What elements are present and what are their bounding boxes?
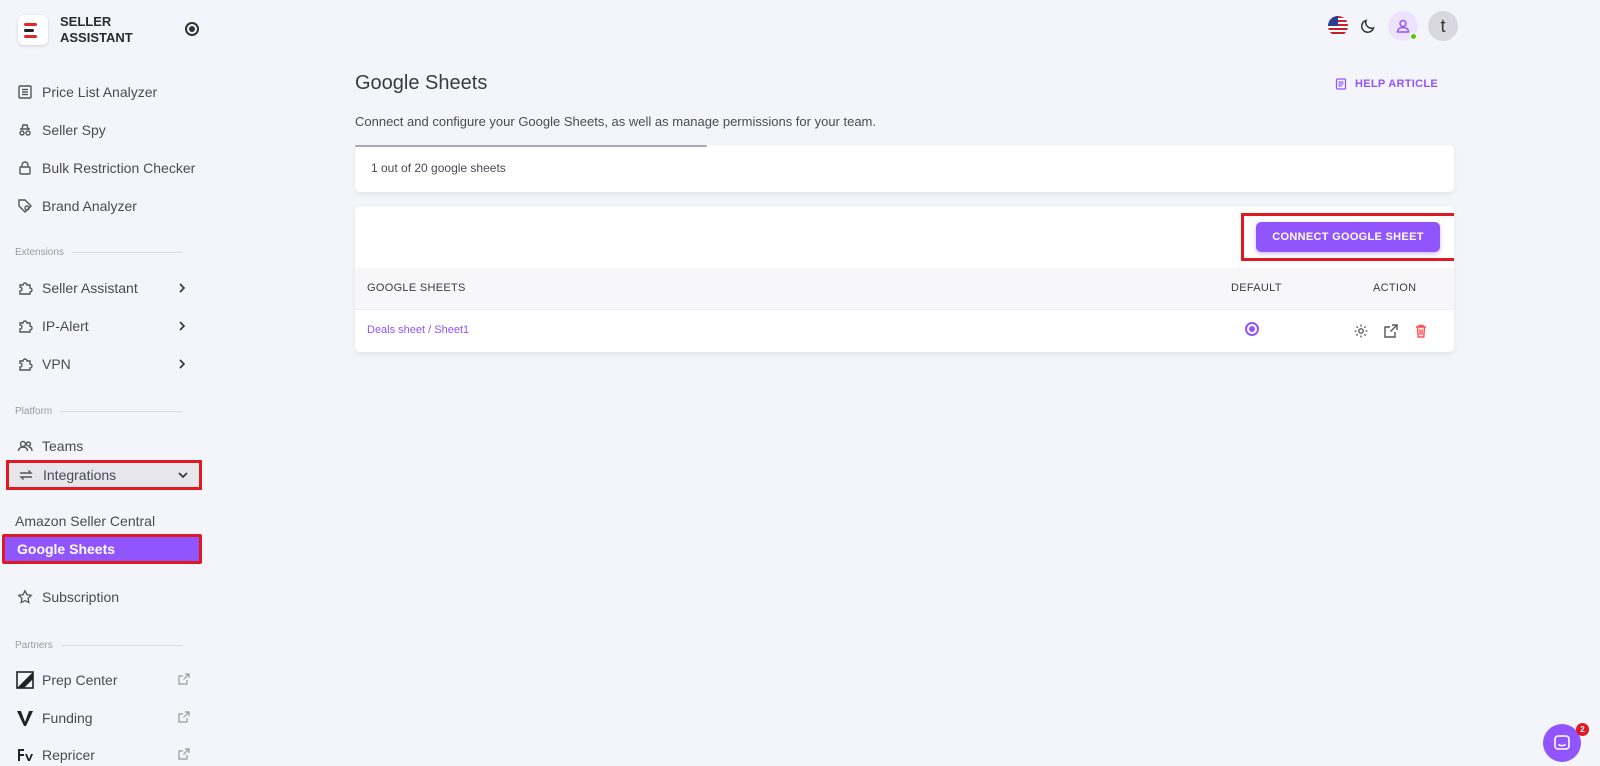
sidebar-item-label: VPN (42, 356, 71, 372)
sheet-name-link[interactable]: Deals sheet / Sheet1 (367, 324, 469, 336)
user-profile-button[interactable] (1388, 11, 1418, 41)
swap-arrows-icon (17, 466, 35, 484)
sidebar: SELLER ASSISTANT Price List Analyzer Sel… (0, 0, 206, 766)
column-header-default: DEFAULT (1231, 282, 1282, 294)
avatar[interactable]: t (1428, 11, 1458, 41)
column-header-action: ACTION (1373, 282, 1417, 294)
people-icon (16, 437, 34, 455)
help-article-link[interactable]: HELP ARTICLE (1335, 78, 1438, 90)
sidebar-item-bulk-restriction-checker[interactable]: Bulk Restriction Checker (16, 153, 202, 183)
sidebar-item-funding[interactable]: Funding (16, 703, 202, 733)
sidebar-item-label: Funding (42, 710, 93, 726)
star-icon (16, 588, 34, 606)
gear-icon[interactable] (1353, 323, 1369, 339)
sheet-count-card: 1 out of 20 google sheets (355, 145, 1454, 192)
chevron-right-icon (179, 359, 186, 369)
sidebar-item-vpn[interactable]: VPN (16, 349, 202, 379)
chat-icon (1554, 735, 1570, 750)
sidebar-item-label: Bulk Restriction Checker (42, 160, 196, 176)
sidebar-item-label: Repricer (42, 747, 95, 763)
prep-center-logo-icon (16, 671, 34, 689)
sidebar-item-seller-assistant[interactable]: Seller Assistant (16, 273, 202, 303)
sidebar-item-ip-alert[interactable]: IP-Alert (16, 311, 202, 341)
puzzle-icon (16, 317, 34, 335)
sidebar-item-label: Prep Center (42, 672, 118, 688)
tag-search-icon (16, 197, 34, 215)
sidebar-item-brand-analyzer[interactable]: Brand Analyzer (16, 191, 202, 221)
logo-icon (18, 15, 48, 45)
google-sheets-table-card: CONNECT GOOGLE SHEET GOOGLE SHEETS DEFAU… (355, 206, 1454, 352)
brand[interactable]: SELLER ASSISTANT (18, 14, 150, 46)
funding-logo-icon (16, 709, 34, 727)
puzzle-icon (16, 355, 34, 373)
lock-icon (16, 159, 34, 177)
sidebar-item-amazon-seller-central[interactable]: Amazon Seller Central (15, 506, 201, 536)
chat-notification-badge: 2 (1576, 723, 1589, 736)
sidebar-item-prep-center[interactable]: Prep Center (16, 665, 202, 695)
sidebar-item-seller-spy[interactable]: Seller Spy (16, 115, 202, 145)
sheet-usage-progress (355, 145, 707, 147)
chevron-right-icon (179, 283, 186, 293)
sheet-count-text: 1 out of 20 google sheets (371, 161, 506, 175)
sidebar-item-label: Teams (42, 438, 84, 454)
trash-icon[interactable] (1413, 323, 1429, 339)
chevron-right-icon (179, 321, 186, 331)
table-row: Deals sheet / Sheet1 (355, 310, 1454, 352)
sidebar-item-teams[interactable]: Teams (16, 431, 202, 461)
sidebar-item-google-sheets[interactable]: Google Sheets (2, 534, 202, 564)
pin-sidebar-icon[interactable] (185, 22, 199, 36)
page-title: Google Sheets (355, 72, 488, 94)
section-label-extensions: Extensions (15, 247, 183, 258)
online-status-dot (1410, 33, 1417, 40)
user-icon (1396, 19, 1410, 33)
spy-icon (16, 121, 34, 139)
sidebar-item-subscription[interactable]: Subscription (16, 582, 202, 612)
section-label-platform: Platform (15, 406, 183, 417)
sidebar-item-label: Integrations (43, 467, 117, 483)
sidebar-item-repricer[interactable]: Repricer (16, 740, 202, 766)
sidebar-item-label: Subscription (42, 589, 120, 605)
sidebar-item-label: Seller Assistant (42, 280, 138, 296)
brand-name: SELLER ASSISTANT (60, 14, 133, 45)
sidebar-item-label: Google Sheets (17, 541, 116, 557)
sidebar-item-label: Amazon Seller Central (15, 513, 156, 529)
section-label-partners: Partners (15, 640, 183, 651)
connect-google-sheet-button[interactable]: CONNECT GOOGLE SHEET (1256, 222, 1440, 252)
sidebar-item-label: Price List Analyzer (42, 84, 158, 100)
list-icon (16, 83, 34, 101)
external-link-icon (178, 711, 190, 723)
sidebar-item-integrations[interactable]: Integrations (6, 460, 202, 490)
column-header-google-sheets: GOOGLE SHEETS (367, 282, 466, 294)
sidebar-item-label: Seller Spy (42, 122, 106, 138)
chevron-down-icon (178, 472, 188, 479)
moon-icon[interactable] (1358, 16, 1378, 36)
sidebar-item-price-list-analyzer[interactable]: Price List Analyzer (16, 77, 202, 107)
document-icon (1335, 78, 1347, 90)
us-flag-icon[interactable] (1328, 16, 1348, 36)
page-subtitle: Connect and configure your Google Sheets… (355, 114, 876, 129)
external-link-icon (178, 673, 190, 685)
puzzle-icon (16, 279, 34, 297)
table-header: GOOGLE SHEETS DEFAULT ACTION (355, 268, 1454, 310)
repricer-logo-icon (16, 746, 34, 764)
default-radio[interactable] (1245, 322, 1259, 336)
connect-button-highlight: CONNECT GOOGLE SHEET (1241, 213, 1454, 261)
help-article-label: HELP ARTICLE (1355, 78, 1439, 90)
sidebar-item-label: Brand Analyzer (42, 198, 137, 214)
topbar-actions: t (1328, 11, 1458, 41)
external-link-icon (178, 748, 190, 760)
external-link-icon[interactable] (1383, 323, 1399, 339)
sidebar-item-label: IP-Alert (42, 318, 89, 334)
